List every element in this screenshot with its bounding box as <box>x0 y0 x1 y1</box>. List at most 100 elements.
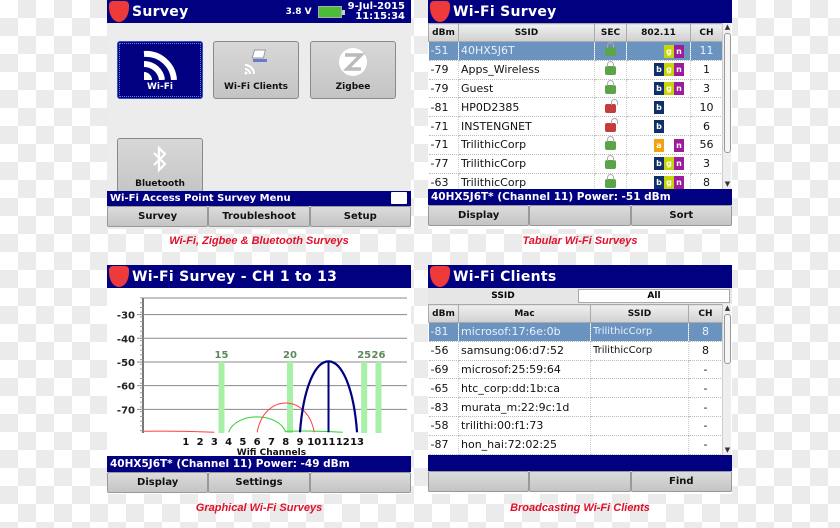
col-dbm[interactable]: dBm <box>428 23 459 42</box>
table-row[interactable]: -87 hon_hai:72:02:25 - <box>428 435 723 455</box>
clients-table: dBm Mac SSID CH -81 microsof:17:6e:0b Tril… <box>428 304 723 455</box>
scroll-up-icon[interactable]: ▲ <box>723 304 732 313</box>
standard-empty <box>664 101 674 114</box>
empty-softkey-button[interactable] <box>428 471 530 492</box>
display-button[interactable]: Display <box>107 472 209 493</box>
col-ch[interactable]: CH <box>690 23 723 42</box>
ssid-filter: SSID All <box>428 288 732 304</box>
security-cell <box>594 41 627 61</box>
zigbee-channel-bar <box>286 361 293 433</box>
y-tick-label: -30 <box>117 311 135 322</box>
lock-closed-icon <box>605 61 616 76</box>
col-80211[interactable]: 802.11 <box>626 23 691 42</box>
col-sec[interactable]: SEC <box>594 23 627 42</box>
table-row[interactable]: -71 INSTENGNET b 6 <box>428 116 723 136</box>
table-row[interactable]: -79 Guest b g n 3 <box>428 79 723 99</box>
scroll-down-icon[interactable]: ▼ <box>723 180 732 189</box>
bluetooth-tile-button[interactable]: Bluetooth <box>117 138 203 196</box>
table-scrollbar[interactable]: ▲ ▼ <box>722 23 731 189</box>
x-tick-label: 2 <box>197 437 204 448</box>
table-row[interactable]: -81 microsof:17:6e:0b TrilithicCorp 8 <box>428 322 723 342</box>
mac-cell: murata_m:22:9c:1d <box>458 397 591 417</box>
x-tick-label: 10 <box>307 437 321 448</box>
find-button[interactable]: Find <box>630 471 732 492</box>
channel-cell: - <box>688 360 723 380</box>
mac-cell: microsof:17:6e:0b <box>458 322 591 342</box>
setup-button[interactable]: Setup <box>309 206 411 227</box>
table-row[interactable]: -56 samsung:06:d7:52 TrilithicCorp 8 <box>428 341 723 361</box>
settings-button[interactable]: Settings <box>208 472 310 493</box>
standard-cell: b <box>626 116 691 136</box>
dbm-cell: -87 <box>428 435 459 455</box>
caption-graphical: Graphical Wi-Fi Surveys <box>195 502 323 514</box>
channel-cell: 56 <box>690 135 723 155</box>
col-ch[interactable]: CH <box>688 304 723 323</box>
battery-voltage: 3.8 V <box>285 6 312 17</box>
battery-icon <box>317 5 345 18</box>
ssid-cell: Apps_Wireless <box>458 60 595 80</box>
ssid-cell <box>590 378 689 399</box>
table-row[interactable]: -81 HP0D2385 b 10 <box>428 97 723 118</box>
col-dbm[interactable]: dBm <box>428 304 459 323</box>
survey-button[interactable]: Survey <box>107 206 209 227</box>
table-row[interactable]: -63 TrilithicCorp b g n 8 <box>428 173 723 189</box>
standard-b-badge: b <box>654 157 664 171</box>
mac-cell: samsung:06:d7:52 <box>458 341 591 361</box>
scroll-thumb[interactable] <box>724 314 731 364</box>
zigbee-tile-button[interactable]: Zigbee <box>310 41 396 99</box>
table-row[interactable]: -51 40HX5J6T g n 11 <box>428 41 723 61</box>
ssid-filter-select[interactable]: All <box>578 289 730 303</box>
time: 11:15:34 <box>355 10 405 22</box>
shield-logo-icon <box>109 266 129 287</box>
channel-cell: 1 <box>690 60 723 80</box>
zigbee-channel-label: 20 <box>283 350 297 361</box>
standard-a-badge: a <box>654 138 664 152</box>
security-cell <box>594 173 627 189</box>
display-button[interactable]: Display <box>428 205 530 226</box>
tile-label: Zigbee <box>335 82 371 92</box>
scroll-up-icon[interactable]: ▲ <box>723 23 732 32</box>
table-row[interactable]: -69 microsof:25:59:64 - <box>428 360 723 380</box>
x-tick-label: 11 <box>322 437 336 448</box>
dbm-cell: -81 <box>428 322 459 342</box>
wifi-clients-tile-button[interactable]: Wi-Fi Clients <box>213 41 299 99</box>
table-row[interactable]: -79 Apps_Wireless b g n 1 <box>428 60 723 80</box>
ssid-cell: TrilithicCorp <box>458 154 595 174</box>
empty-softkey-button[interactable] <box>309 472 411 493</box>
table-row[interactable]: -83 murata_m:22:9c:1d - <box>428 397 723 417</box>
page-title: Wi-Fi Survey <box>453 3 557 20</box>
page-title: Wi-Fi Survey - CH 1 to 13 <box>132 268 338 285</box>
table-row[interactable]: -77 TrilithicCorp b g n 3 <box>428 154 723 174</box>
page-title: Wi-Fi Clients <box>453 268 557 285</box>
col-mac[interactable]: Mac <box>458 304 591 323</box>
dbm-cell: -79 <box>428 60 459 80</box>
table-row[interactable]: -58 trilithi:00:f1:73 - <box>428 416 723 436</box>
zigbee-channel-bar <box>361 361 368 433</box>
standard-n-badge: n <box>674 82 684 96</box>
channel-cell: 3 <box>690 154 723 174</box>
standard-cell: bgn <box>626 60 691 80</box>
dbm-cell: -77 <box>428 154 459 174</box>
table-scrollbar[interactable]: ▲ ▼ <box>722 304 731 455</box>
empty-softkey-button[interactable] <box>529 205 631 226</box>
scroll-thumb[interactable] <box>724 33 731 153</box>
x-tick-label: 5 <box>239 437 246 448</box>
standard-b-badge: b <box>654 82 664 96</box>
table-row[interactable]: -71 TrilithicCorp a n 56 <box>428 135 723 155</box>
wifi-tile-button[interactable]: Wi-Fi <box>117 41 203 99</box>
channel-cell: 3 <box>690 79 723 99</box>
sort-button[interactable]: Sort <box>630 205 732 226</box>
empty-softkey-button[interactable] <box>529 471 631 492</box>
col-ssid[interactable]: SSID <box>458 23 595 42</box>
security-cell <box>594 135 627 155</box>
standard-n-badge: n <box>674 157 684 171</box>
menu-status-text: Wi-Fi Access Point Survey Menu <box>110 193 291 204</box>
table-row[interactable]: -65 htc_corp:dd:1b:ca - <box>428 378 723 399</box>
title-bar: Wi-Fi Survey <box>428 0 732 23</box>
col-ssid[interactable]: SSID <box>590 304 689 323</box>
standard-empty <box>664 120 674 133</box>
troubleshoot-button[interactable]: Troubleshoot <box>208 206 310 227</box>
ssid-cell: TrilithicCorp <box>458 173 595 189</box>
scroll-down-icon[interactable]: ▼ <box>723 446 732 455</box>
ssid-cell: TrilithicCorp <box>458 135 595 155</box>
